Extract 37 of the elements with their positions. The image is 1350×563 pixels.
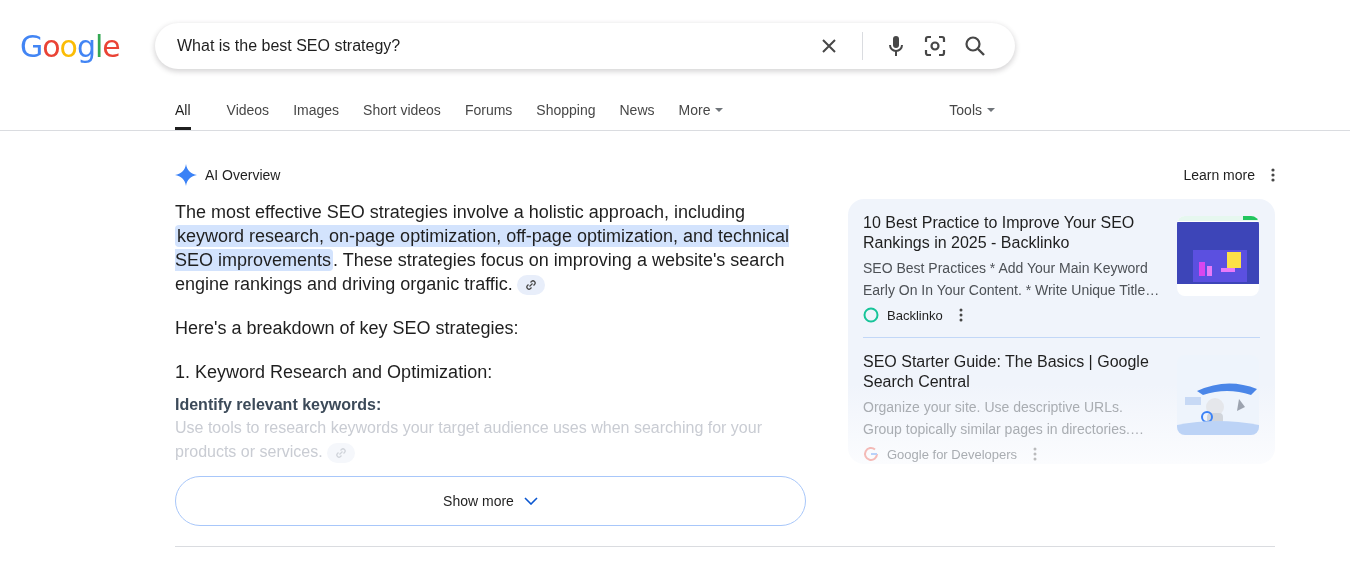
link-icon[interactable] [524,279,537,292]
paragraph: The most effective SEO strategies involve a holistic approach, including keyword research, on-page optimization, off-page optimization, and technical SEO improvements. These strategies focus on improving a website's search engine rankings and driving organic traffic. [175,201,791,296]
learn-more-link[interactable]: Learn more [1183,166,1255,183]
google-logo[interactable]: Google [20,28,155,64]
tab[interactable]: Short videos [351,92,453,130]
microphone-icon[interactable] [886,35,906,57]
tab[interactable]: News [607,92,667,130]
citation-button[interactable] [516,275,545,296]
tab[interactable]: Videos [214,92,282,130]
tab[interactable]: Images [281,92,352,130]
paragraph: Here's a breakdown of key SEO strategies: [175,317,520,340]
search-icon[interactable] [964,35,986,57]
source-title-link[interactable]: SEO Starter Guide: The Basics | Google Search Central [863,352,1163,392]
subheading: Identify relevant keywords: [175,395,383,415]
search-field[interactable]: What is the best SEO strategy? [175,36,810,56]
list-heading: 1. Keyword Research and Optimization: [175,361,494,384]
tab[interactable]: More [666,92,736,130]
source-name: Backlinko [887,307,943,323]
tab[interactable]: Forums [452,92,525,130]
source-title-link[interactable]: 10 Best Practice to Improve Your SEO Rankings in 2025 - Backlinko [863,213,1163,253]
ring-icon [863,307,879,323]
show-more-button[interactable]: Show more [175,476,806,526]
tab[interactable]: Shopping [524,92,608,130]
source-snippet: SEO Best Practices * Add Your Main Keyword Early On In Your Content. * Write Unique Title… [863,259,1161,300]
chevron-down-icon [523,497,538,505]
caret-icon[interactable] [987,107,995,112]
caret-icon[interactable] [715,107,724,112]
source-snippet: Organize your site. Use descriptive URLs. Group topically similar pages in directories.… [863,398,1145,439]
more-options-icon[interactable] [1271,167,1275,182]
tab[interactable]: All [175,92,191,130]
sparkle-icon [175,163,197,186]
section-title: AI Overview [205,166,281,183]
more-options-icon[interactable] [958,308,963,322]
camera-icon[interactable] [924,35,946,57]
tools-menu[interactable]: Tools [937,92,1007,130]
ring-icon [863,446,879,462]
source-name: Google for Developers [887,446,1018,462]
